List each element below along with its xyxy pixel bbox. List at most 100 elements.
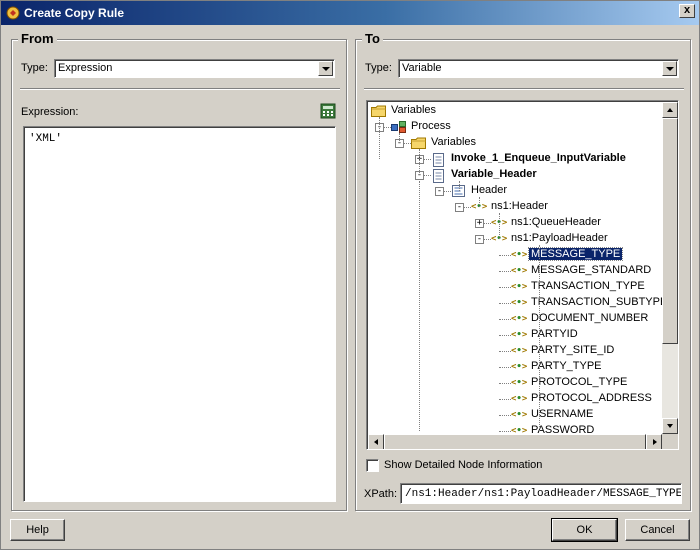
tree-guide-line [499, 213, 500, 239]
tree-guide-line [379, 117, 380, 159]
tree-node[interactable]: - <•> ns1:PayloadHeader [367, 231, 657, 247]
horizontal-scroll-thumb[interactable] [384, 434, 646, 449]
to-group: To Type: Variable Variables - Process - Vari… [355, 31, 691, 511]
vertical-scrollbar[interactable] [662, 102, 678, 434]
to-title: To [362, 31, 383, 46]
tree-node-label: Variables [431, 136, 477, 148]
xpath-field[interactable]: /ns1:Header/ns1:PayloadHeader/MESSAGE_TY… [400, 483, 682, 504]
element-icon: <•> [511, 314, 528, 324]
tree-node[interactable]: <•> MESSAGE_TYPE [367, 247, 657, 263]
help-button[interactable]: Help [10, 519, 65, 541]
tree-node-label: Variable_Header [451, 168, 537, 180]
variable-tree[interactable]: Variables - Process - Variables + Invoke_1_Enq… [366, 100, 679, 450]
tree-node-label: Process [411, 120, 451, 132]
tree-node[interactable]: <•> PROTOCOL_ADDRESS [367, 391, 657, 407]
tree-node[interactable]: - <•> ns1:Header [367, 199, 657, 215]
tree-guide-line [539, 245, 540, 431]
tree-node-label: ns1:PayloadHeader [511, 232, 608, 244]
element-icon: <•> [511, 410, 528, 420]
tree-node-label: Variables [391, 104, 437, 116]
tree-node-label: TRANSACTION_TYPE [531, 280, 645, 292]
tree-node[interactable]: <•> MESSAGE_STANDARD [367, 263, 657, 279]
tree-node-label: TRANSACTION_SUBTYPE [531, 296, 668, 308]
cancel-button[interactable]: Cancel [625, 519, 690, 541]
cancel-button-label: Cancel [640, 524, 675, 536]
to-type-label: Type: [365, 62, 392, 74]
tree-node[interactable]: Variables [367, 103, 657, 119]
tree-node[interactable]: <•> PROTOCOL_TYPE [367, 375, 657, 391]
xpath-value: /ns1:Header/ns1:PayloadHeader/MESSAGE_TY… [405, 488, 682, 500]
from-group: From Type: Expression Expression: 'XML' [11, 31, 347, 511]
element-icon: <•> [511, 378, 528, 388]
tree-connector [499, 351, 511, 352]
tree-node[interactable]: + Invoke_1_Enqueue_InputVariable [367, 151, 657, 167]
vertical-scroll-thumb[interactable] [662, 118, 678, 344]
to-type-value: Variable [402, 62, 442, 74]
tree-connector [499, 383, 511, 384]
tree-node[interactable]: <•> DOCUMENT_NUMBER [367, 311, 657, 327]
show-detailed-label[interactable]: Show Detailed Node Information [384, 459, 542, 471]
tree-connector [499, 335, 511, 336]
tree-node[interactable]: <•> TRANSACTION_SUBTYPE [367, 295, 667, 311]
collapse-icon[interactable]: - [475, 235, 484, 244]
to-separator [364, 88, 684, 90]
close-button[interactable]: x [679, 4, 695, 18]
tree-node-label: MESSAGE_STANDARD [531, 264, 652, 276]
chevron-down-icon[interactable] [318, 61, 333, 76]
tree-node[interactable]: - Variable_Header [367, 167, 657, 183]
close-icon: x [683, 4, 691, 16]
expression-builder-icon[interactable] [320, 103, 336, 119]
element-icon: <•> [511, 362, 528, 372]
folder-icon [371, 105, 386, 117]
element-icon: <•> [511, 266, 528, 276]
tree-node-label: PARTY_TYPE [531, 360, 602, 372]
help-button-label: Help [26, 524, 49, 536]
expression-text: 'XML' [29, 133, 63, 145]
variable-icon [431, 169, 446, 183]
tree-node[interactable]: + <•> ns1:QueueHeader [367, 215, 657, 231]
tree-connector [499, 399, 511, 400]
tree-connector [499, 319, 511, 320]
tree-node[interactable]: <•> PARTY_SITE_ID [367, 343, 657, 359]
create-copy-rule-dialog: Create Copy Rule x From Type: Expression… [0, 0, 700, 550]
tree-connector [499, 255, 511, 256]
tree-guide-line [419, 149, 420, 175]
tree-node-label: Header [471, 184, 508, 196]
expand-icon[interactable]: + [475, 219, 484, 228]
tree-guide-line [399, 133, 400, 143]
tree-node[interactable]: <•> TRANSACTION_TYPE [367, 279, 657, 295]
tree-connector [499, 271, 511, 272]
tree-guide-line [479, 197, 480, 207]
scroll-right-arrow-icon[interactable] [646, 434, 662, 449]
scroll-down-arrow-icon[interactable] [662, 418, 678, 434]
collapse-icon[interactable]: - [435, 187, 444, 196]
ok-button[interactable]: OK [551, 518, 618, 542]
tree-node-label: Invoke_1_Enqueue_InputVariable [451, 152, 626, 164]
tree-connector [499, 287, 511, 288]
scroll-left-arrow-icon[interactable] [368, 434, 384, 449]
show-detailed-checkbox[interactable] [366, 459, 379, 472]
tree-node-label: MESSAGE_TYPE [527, 247, 624, 261]
xpath-label: XPath: [364, 488, 398, 500]
tree-node[interactable]: - Variables [367, 135, 657, 151]
to-type-select[interactable]: Variable [398, 59, 679, 78]
from-title: From [18, 31, 57, 46]
title-bar[interactable]: Create Copy Rule x [1, 1, 699, 25]
element-icon: <•> [511, 250, 528, 260]
horizontal-scrollbar[interactable] [368, 434, 662, 449]
scroll-up-arrow-icon[interactable] [662, 102, 678, 118]
tree-node[interactable]: - Process [367, 119, 657, 135]
app-icon [6, 6, 20, 20]
tree-node[interactable]: <•> PARTYID [367, 327, 657, 343]
tree-connector [499, 415, 511, 416]
element-icon: <•> [511, 330, 528, 340]
tree-node[interactable]: - Header [367, 183, 657, 199]
tree-node-label: ns1:QueueHeader [511, 216, 601, 228]
tree-node[interactable]: <•> USERNAME [367, 407, 657, 423]
tree-node-label: DOCUMENT_NUMBER [531, 312, 649, 324]
chevron-down-icon[interactable] [662, 61, 677, 76]
collapse-icon[interactable]: - [455, 203, 464, 212]
tree-node[interactable]: <•> PARTY_TYPE [367, 359, 657, 375]
expression-textarea[interactable]: 'XML' [23, 126, 336, 502]
from-type-select[interactable]: Expression [54, 59, 335, 78]
